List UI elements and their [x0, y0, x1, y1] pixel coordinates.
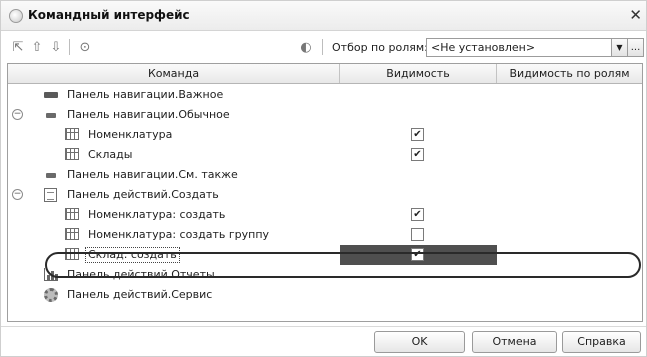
visibility-checkbox[interactable]: ✔ — [411, 208, 424, 221]
move-up-icon[interactable]: ⇧ — [28, 38, 46, 56]
command-label: Панель навигации.Обычное — [67, 108, 230, 121]
table-row[interactable]: Склады ✔ — [8, 145, 642, 165]
table-row-selected[interactable]: Склад: создать ✔ — [8, 245, 642, 265]
column-header-visibility[interactable]: Видимость — [340, 64, 497, 83]
command-label: Панель действий.Создать — [67, 188, 219, 201]
collapse-icon[interactable]: − — [12, 189, 23, 200]
table-row[interactable]: − Панель действий.Создать — [8, 185, 642, 205]
document-icon — [44, 188, 57, 202]
table-row[interactable]: − Панель навигации.Обычное — [8, 105, 642, 125]
command-label: Склады — [88, 148, 133, 161]
dropdown-arrow-icon[interactable]: ▼ — [612, 38, 628, 57]
column-header-command[interactable]: Команда — [8, 64, 340, 83]
command-label: Номенклатура: создать группу — [88, 228, 270, 241]
command-label: Номенклатура: создать — [88, 208, 226, 221]
toolbar-separator — [69, 39, 70, 55]
command-label: Панель действий.Отчеты — [67, 268, 215, 281]
command-label: Панель навигации.См. также — [67, 168, 238, 181]
close-icon[interactable]: ✕ — [629, 6, 642, 24]
visibility-checkbox[interactable]: ✔ — [411, 148, 424, 161]
table-row[interactable]: Номенклатура ✔ — [8, 125, 642, 145]
table-icon — [65, 208, 79, 220]
move-down-icon[interactable]: ⇩ — [47, 38, 65, 56]
toolbar-separator — [322, 39, 323, 55]
navigation-panel-icon — [44, 88, 58, 98]
go-icon[interactable]: ⊙ — [76, 38, 94, 56]
help-button[interactable]: Справка — [562, 331, 641, 353]
window-icon — [9, 9, 23, 23]
role-filter-input[interactable]: <Не установлен> — [426, 38, 612, 57]
table-row[interactable]: Панель навигации.См. также — [8, 165, 642, 185]
role-filter-label: Отбор по ролям: — [332, 41, 428, 54]
command-label: Склад: создать — [85, 245, 180, 265]
table-icon — [65, 248, 79, 260]
column-header-role-visibility[interactable]: Видимость по ролям — [497, 64, 642, 83]
command-label: Панель действий.Сервис — [67, 288, 213, 301]
collapse-icon[interactable]: − — [12, 109, 23, 120]
grid-header: Команда Видимость Видимость по ролям — [8, 64, 642, 84]
apply-filter-icon[interactable]: ◐ — [297, 38, 315, 56]
service-gear-icon — [44, 288, 58, 302]
bottom-divider — [1, 326, 646, 327]
collapse-all-icon[interactable]: ⇱ — [9, 38, 27, 56]
visibility-checkbox[interactable]: ✔ — [411, 128, 424, 141]
command-label: Номенклатура — [88, 128, 173, 141]
table-row[interactable]: Панель навигации.Важное — [8, 85, 642, 105]
navigation-panel-icon — [44, 108, 56, 118]
visibility-checkbox[interactable]: ✔ — [411, 248, 424, 261]
window-title: Командный интерфейс — [28, 8, 190, 22]
selected-command-text: Склад: создать — [85, 247, 180, 263]
table-icon — [65, 148, 79, 160]
visibility-checkbox[interactable] — [411, 228, 424, 241]
table-row[interactable]: Панель действий.Отчеты — [8, 265, 642, 285]
ok-button[interactable]: OK — [374, 331, 465, 353]
toolbar: ⇱ ⇧ ⇩ ⊙ ◐ Отбор по ролям: <Не установлен… — [1, 32, 646, 62]
command-interface-window: Командный интерфейс ✕ ⇱ ⇧ ⇩ ⊙ ◐ Отбор по… — [0, 0, 647, 357]
cancel-button[interactable]: Отмена — [472, 331, 557, 353]
table-icon — [65, 228, 79, 240]
navigation-panel-icon — [44, 168, 56, 178]
command-grid: Команда Видимость Видимость по ролям Пан… — [7, 63, 643, 322]
table-icon — [65, 128, 79, 140]
reports-chart-icon — [44, 268, 58, 281]
title-bar: Командный интерфейс ✕ — [1, 1, 646, 31]
selected-visibility-cell[interactable]: ✔ — [340, 245, 497, 265]
table-row[interactable]: Панель действий.Сервис — [8, 285, 642, 305]
command-label: Панель навигации.Важное — [67, 88, 224, 101]
table-row[interactable]: Номенклатура: создать ✔ — [8, 205, 642, 225]
select-more-button[interactable]: ... — [628, 38, 644, 57]
table-row[interactable]: Номенклатура: создать группу — [8, 225, 642, 245]
